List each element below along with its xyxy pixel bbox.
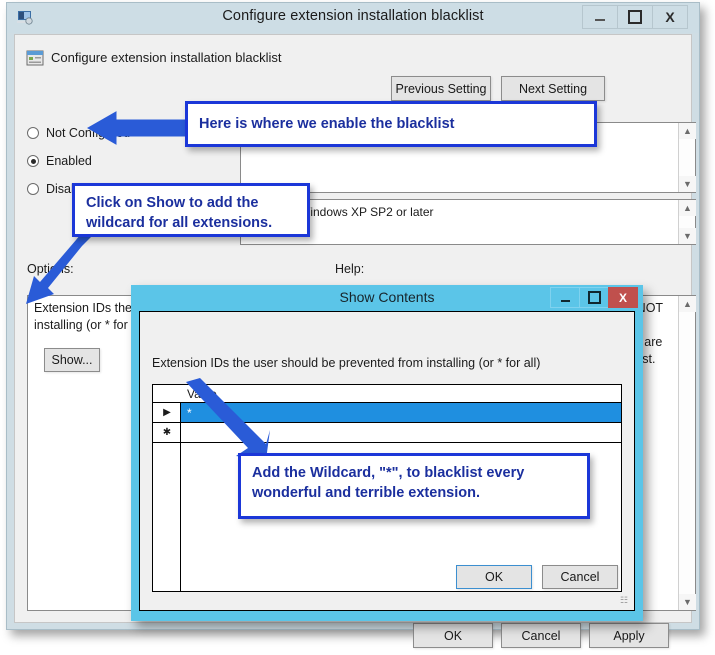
chevron-up-icon[interactable]: ▲ — [679, 200, 696, 216]
setting-title: Configure extension installation blackli… — [51, 50, 282, 65]
show-contents-titlebar: Show Contents X — [131, 285, 643, 311]
chevron-down-icon[interactable]: ▼ — [679, 594, 696, 610]
radio-enabled-label: Enabled — [46, 154, 92, 168]
main-ok-button[interactable]: OK — [413, 623, 493, 648]
radio-enabled[interactable]: Enabled — [27, 154, 92, 168]
main-apply-button[interactable]: Apply — [589, 623, 669, 648]
radio-not-configured-indicator — [27, 127, 39, 139]
window-titlebar: Configure extension installation blackli… — [7, 3, 699, 33]
minimize-button[interactable] — [550, 287, 580, 308]
arrow-to-show-button — [26, 230, 94, 304]
radio-disabled-indicator — [27, 183, 39, 195]
chevron-up-icon[interactable]: ▲ — [679, 123, 696, 139]
next-setting-button[interactable]: Next Setting — [501, 76, 605, 101]
row-current-indicator-icon: ▶ — [163, 407, 171, 418]
show-contents-description: Extension IDs the user should be prevent… — [152, 356, 541, 370]
row-new-indicator-icon: ✱ — [162, 427, 172, 438]
help-scrollbar[interactable]: ▲ ▼ — [678, 296, 696, 610]
callout-click-show: Click on Show to add the wildcard for al… — [72, 183, 310, 237]
show-button[interactable]: Show... — [44, 348, 100, 372]
minimize-button[interactable] — [582, 5, 618, 29]
help-label: Help: — [335, 262, 365, 276]
arrow-to-wildcard-cell — [186, 378, 270, 460]
chevron-up-icon[interactable]: ▲ — [679, 296, 696, 312]
policy-setting-icon — [26, 50, 44, 66]
callout-enable-blacklist: Here is where we enable the blacklist — [185, 101, 597, 147]
resize-grip[interactable]: ☷ — [620, 596, 631, 607]
close-button[interactable]: X — [652, 5, 688, 29]
maximize-button[interactable] — [579, 287, 609, 308]
show-contents-window-controls: X — [550, 287, 638, 308]
maximize-button[interactable] — [617, 5, 653, 29]
radio-enabled-indicator — [27, 155, 39, 167]
previous-setting-button[interactable]: Previous Setting — [391, 76, 491, 101]
comment-scrollbar[interactable]: ▲ ▼ — [678, 123, 696, 192]
supported-scrollbar[interactable]: ▲ ▼ — [678, 200, 696, 244]
callout-add-wildcard: Add the Wildcard, "*", to blacklist ever… — [238, 453, 590, 519]
close-button[interactable]: X — [608, 287, 638, 308]
screenshot-root: Configure extension installation blackli… — [0, 0, 715, 655]
arrow-to-enabled — [86, 111, 191, 145]
main-cancel-button[interactable]: Cancel — [501, 623, 581, 648]
chevron-down-icon[interactable]: ▼ — [679, 176, 696, 192]
dialog-ok-button[interactable]: OK — [456, 565, 532, 589]
window-controls: X — [582, 5, 688, 29]
dialog-cancel-button[interactable]: Cancel — [542, 565, 618, 589]
chevron-down-icon[interactable]: ▼ — [679, 228, 696, 244]
